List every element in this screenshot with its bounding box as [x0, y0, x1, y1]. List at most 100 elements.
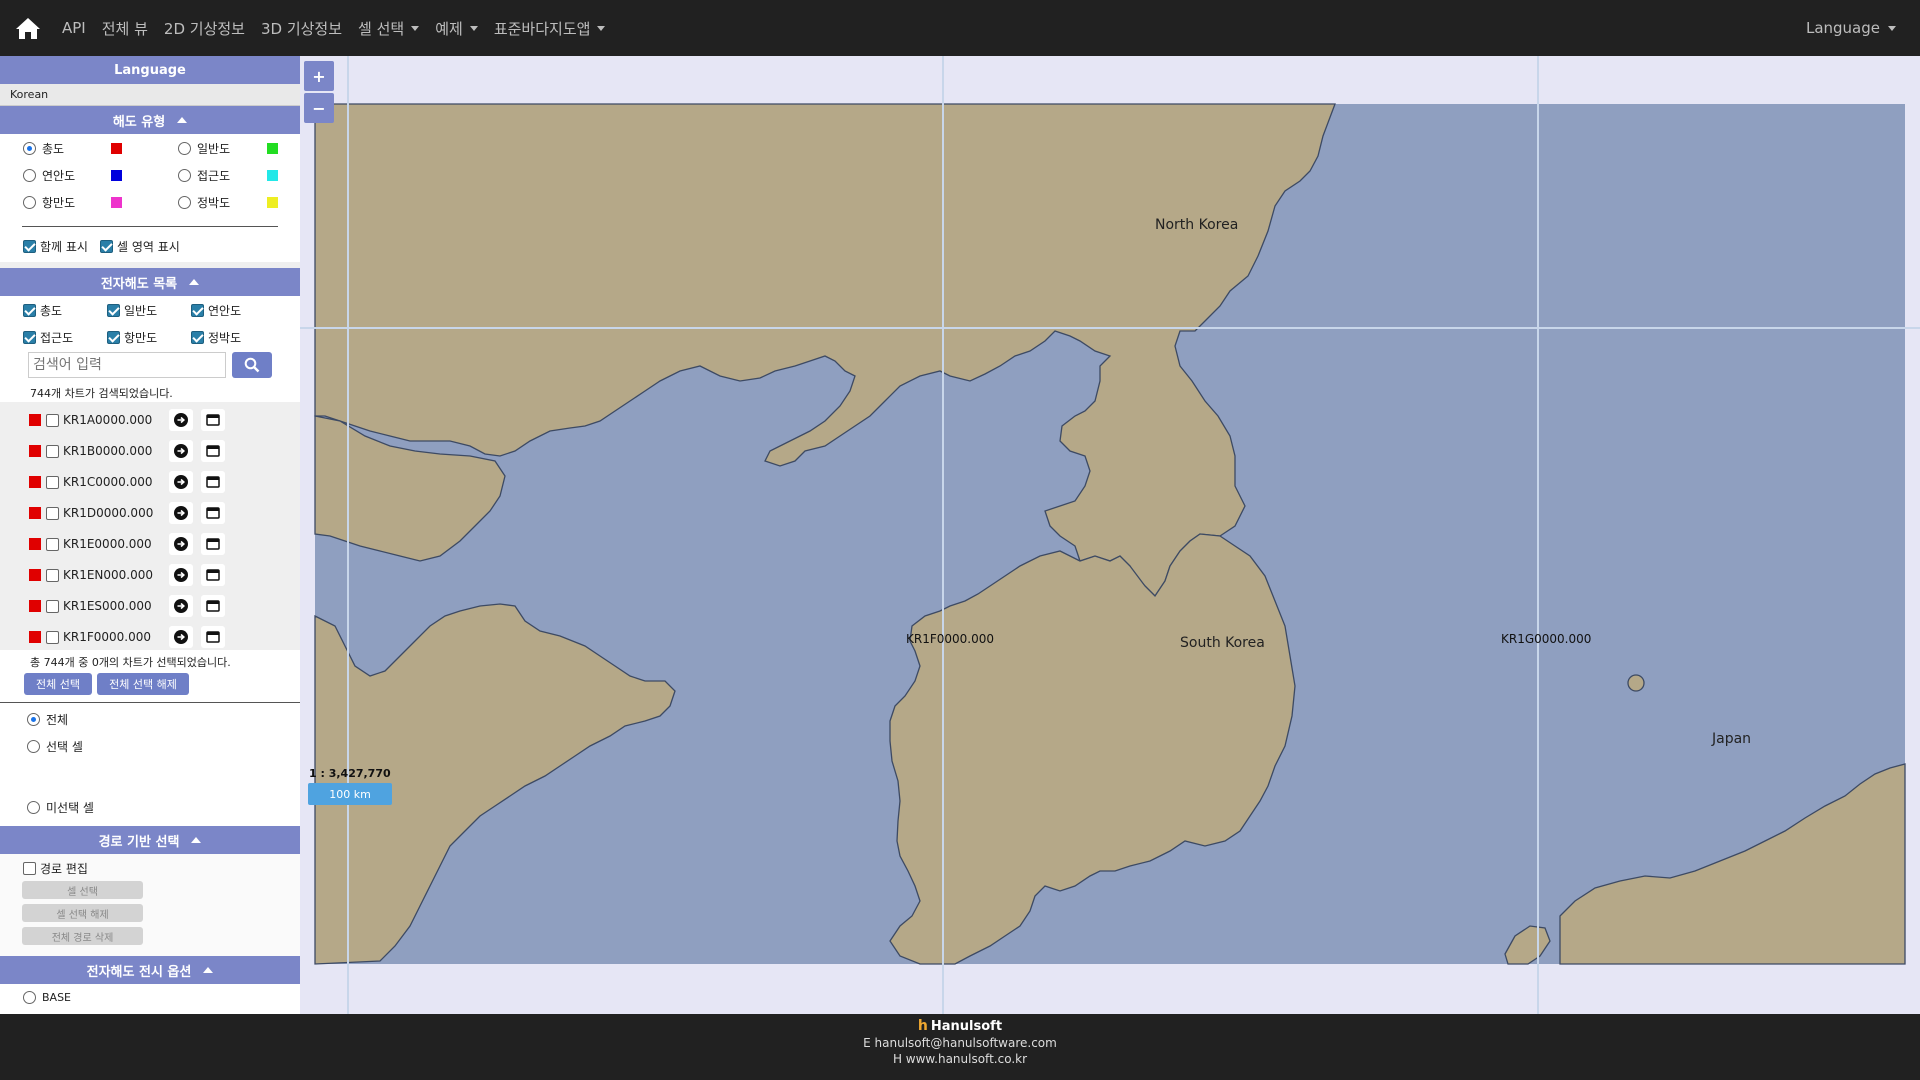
checkbox-icon[interactable]	[191, 331, 204, 344]
select-all-button[interactable]: 전체 선택	[24, 673, 92, 695]
checkbox-icon[interactable]	[23, 240, 36, 253]
arrow-right-circle-icon	[174, 413, 188, 427]
zoom-out-button[interactable]: −	[304, 93, 334, 123]
route-cell-deselect-button[interactable]: 셀 선택 해제	[22, 904, 143, 922]
chart-type-option-approach[interactable]: 접근도	[178, 167, 230, 184]
radio-icon[interactable]	[27, 713, 40, 726]
route-cell-select-button[interactable]: 셀 선택	[22, 881, 143, 899]
checkbox-icon[interactable]	[46, 444, 59, 458]
checkbox-icon[interactable]	[46, 568, 59, 582]
display-base-option[interactable]: BASE	[23, 991, 71, 1004]
radio-icon[interactable]	[23, 991, 36, 1004]
footer-email[interactable]: E hanulsoft@hanulsoftware.com	[0, 1036, 1920, 1050]
home-icon[interactable]	[0, 0, 56, 56]
color-swatch	[111, 197, 122, 208]
enc-list-section-header[interactable]: 전자해도 목록	[0, 268, 300, 296]
nav-3d-weather[interactable]: 3D 기상정보	[261, 18, 342, 39]
language-section-header: Language	[0, 56, 300, 84]
show-together-checkbox[interactable]: 함께 표시	[23, 238, 88, 255]
radio-icon[interactable]	[23, 196, 36, 209]
cell-filter-all[interactable]: 전체	[27, 711, 68, 728]
nav-2d-weather[interactable]: 2D 기상정보	[164, 18, 245, 39]
checkbox-icon[interactable]	[23, 304, 36, 317]
language-dropdown[interactable]: Language	[1806, 0, 1896, 56]
checkbox-icon[interactable]	[46, 475, 59, 489]
checkbox-icon[interactable]	[107, 304, 120, 317]
chart-info-button[interactable]	[201, 564, 225, 586]
chart-type-option-coastal[interactable]: 연안도	[23, 167, 75, 184]
window-icon	[206, 445, 220, 457]
chart-type-option-ordinary[interactable]: 일반도	[178, 140, 230, 157]
go-to-chart-button[interactable]	[169, 626, 193, 648]
footer-website[interactable]: H www.hanulsoft.co.kr	[0, 1052, 1920, 1066]
search-button[interactable]	[232, 352, 272, 378]
go-to-chart-button[interactable]	[169, 409, 193, 431]
route-edit-checkbox[interactable]: 경로 편집	[23, 860, 88, 877]
route-section-header[interactable]: 경로 기반 선택	[0, 826, 300, 854]
go-to-chart-button[interactable]	[169, 440, 193, 462]
chart-name: KR1EN000.000	[63, 568, 154, 582]
chart-info-button[interactable]	[201, 409, 225, 431]
nav-full-view[interactable]: 전체 뷰	[102, 18, 148, 39]
checkbox-icon[interactable]	[23, 862, 36, 875]
radio-icon[interactable]	[23, 169, 36, 182]
search-input[interactable]	[28, 352, 226, 378]
cell-filter-selected[interactable]: 선택 셀	[27, 738, 83, 755]
checkbox-icon[interactable]	[107, 331, 120, 344]
go-to-chart-button[interactable]	[169, 471, 193, 493]
radio-icon[interactable]	[178, 142, 191, 155]
chart-type-section-title: 해도 유형	[112, 114, 166, 130]
chart-info-button[interactable]	[201, 533, 225, 555]
language-select[interactable]: Korean	[0, 84, 300, 106]
radio-icon[interactable]	[178, 169, 191, 182]
cell-filter-unselected[interactable]: 미선택 셀	[27, 799, 94, 816]
nav-examples-dropdown[interactable]: 예제	[435, 18, 478, 39]
radio-icon[interactable]	[27, 801, 40, 814]
go-to-chart-button[interactable]	[169, 595, 193, 617]
chart-info-button[interactable]	[201, 626, 225, 648]
cell-filter-label: 선택 셀	[46, 740, 83, 754]
filter-ordinary[interactable]: 일반도	[107, 302, 157, 319]
chart-info-button[interactable]	[201, 440, 225, 462]
display-options-section-header[interactable]: 전자해도 전시 옵션	[0, 956, 300, 984]
nav-cell-select-dropdown[interactable]: 셀 선택	[358, 18, 420, 39]
zoom-in-button[interactable]: +	[304, 61, 334, 91]
checkbox-icon[interactable]	[46, 630, 59, 644]
chart-info-button[interactable]	[201, 502, 225, 524]
nav-api[interactable]: API	[62, 19, 86, 37]
checkbox-icon[interactable]	[191, 304, 204, 317]
go-to-chart-button[interactable]	[169, 502, 193, 524]
radio-icon[interactable]	[27, 740, 40, 753]
color-swatch	[29, 414, 41, 426]
checkbox-icon[interactable]	[46, 537, 59, 551]
deselect-all-button[interactable]: 전체 선택 해제	[97, 673, 189, 695]
filter-general[interactable]: 총도	[23, 302, 62, 319]
checkbox-icon[interactable]	[46, 413, 59, 427]
land-island	[1627, 674, 1645, 692]
checkbox-icon[interactable]	[23, 331, 36, 344]
radio-icon[interactable]	[178, 196, 191, 209]
nav-standard-sea-map-dropdown[interactable]: 표준바다지도앱	[494, 18, 606, 39]
radio-icon[interactable]	[23, 142, 36, 155]
chart-info-button[interactable]	[201, 595, 225, 617]
route-delete-all-button[interactable]: 전체 경로 삭제	[22, 927, 143, 945]
chart-type-option-general[interactable]: 총도	[23, 140, 64, 157]
enc-list-section-title: 전자해도 목록	[100, 276, 178, 292]
go-to-chart-button[interactable]	[169, 533, 193, 555]
filter-approach[interactable]: 접근도	[23, 329, 73, 346]
map-viewport[interactable]: + − KR1F0000.000 KR1G0000.000 North Kore…	[300, 56, 1920, 1014]
caret-down-icon	[411, 25, 420, 31]
filter-harbor[interactable]: 항만도	[107, 329, 157, 346]
checkbox-icon[interactable]	[100, 240, 113, 253]
show-cell-area-checkbox[interactable]: 셀 영역 표시	[100, 238, 180, 255]
filter-berthing[interactable]: 정박도	[191, 329, 241, 346]
chart-type-option-harbor[interactable]: 항만도	[23, 194, 75, 211]
sidebar: Language Korean 해도 유형 총도 일반도 연안도 접근도 항만도…	[0, 56, 300, 1014]
chart-type-option-berthing[interactable]: 정박도	[178, 194, 230, 211]
checkbox-icon[interactable]	[46, 506, 59, 520]
go-to-chart-button[interactable]	[169, 564, 193, 586]
checkbox-icon[interactable]	[46, 599, 59, 613]
chart-type-section-header[interactable]: 해도 유형	[0, 106, 300, 134]
filter-coastal[interactable]: 연안도	[191, 302, 241, 319]
chart-info-button[interactable]	[201, 471, 225, 493]
